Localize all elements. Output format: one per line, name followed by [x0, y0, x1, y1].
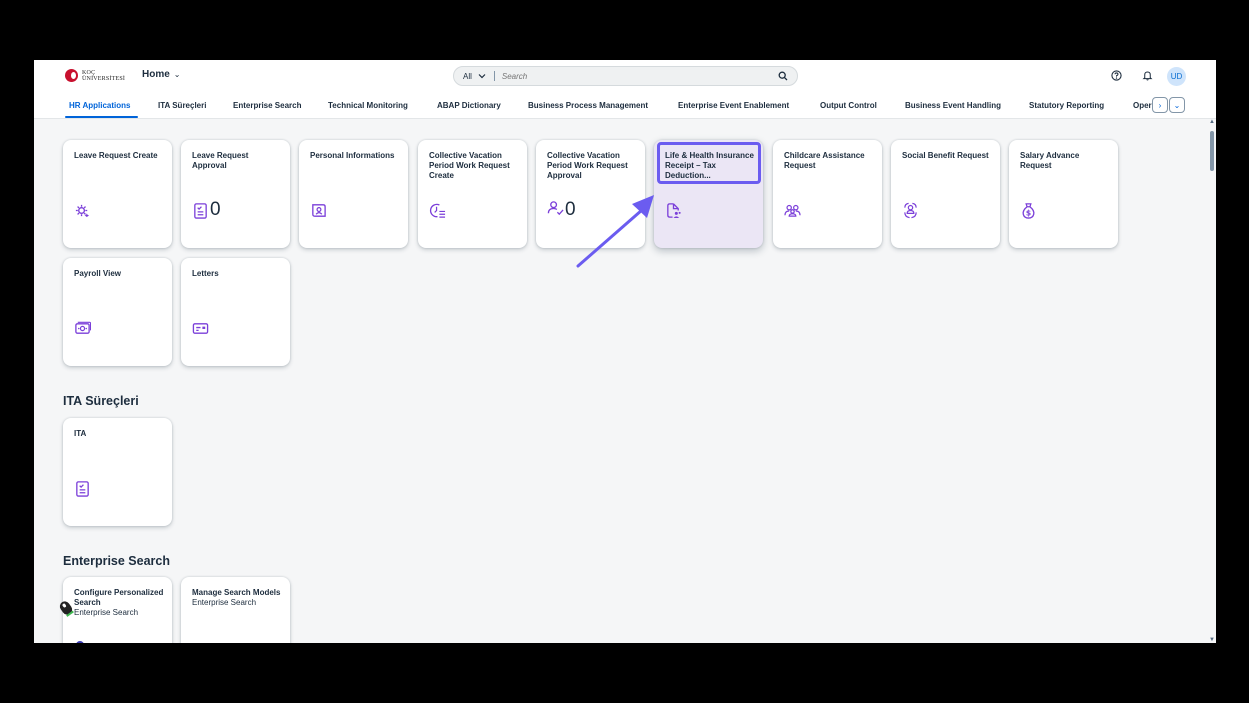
logo-mark-icon [65, 69, 78, 82]
tab-overflow-controls: › ⌄ [1152, 97, 1186, 113]
tile-collective-vacation-create[interactable]: Collective Vacation Period Work Request … [418, 140, 527, 248]
mouse-cursor-icon [59, 601, 74, 617]
home-menu-button[interactable]: Home ⌄ [142, 69, 181, 80]
tile-title: Configure Personalized Search [74, 588, 164, 607]
home-label: Home [142, 69, 170, 80]
anchor-tab-bar: HR Applications ITA Süreçleri Enterprise… [34, 92, 1216, 119]
tile-manage-search-models[interactable]: Manage Search Models Enterprise Search [181, 577, 290, 643]
tab-ita-surecleri[interactable]: ITA Süreçleri [158, 101, 206, 110]
tile-title: Collective Vacation Period Work Request … [429, 151, 510, 180]
money-bills-icon [75, 321, 91, 334]
scroll-down-icon[interactable]: ▼ [1209, 637, 1215, 643]
person-check-icon [547, 201, 564, 216]
tab-abap-dictionary[interactable]: ABAP Dictionary [437, 101, 501, 110]
tile-counter: 0 [210, 199, 221, 220]
tile-title: Payroll View [74, 269, 121, 278]
tile-title: Personal Informations [310, 151, 395, 160]
tile-title: Collective Vacation Period Work Request … [547, 151, 628, 180]
tile-childcare-assistance-request[interactable]: Childcare Assistance Request [773, 140, 882, 248]
section-title-ita-surecleri: ITA Süreçleri [63, 394, 139, 408]
active-tab-indicator [65, 116, 138, 118]
checklist-icon [76, 481, 89, 497]
svg-text:$: $ [1026, 209, 1031, 218]
tile-leave-request-create[interactable]: Leave Request Create [63, 140, 172, 248]
tab-enterprise-search[interactable]: Enterprise Search [233, 101, 301, 110]
scroll-thumb[interactable] [1210, 131, 1214, 171]
tile-counter: 0 [565, 199, 576, 220]
gear-sparkle-icon [75, 204, 90, 218]
tile-title: Letters [192, 269, 219, 278]
scroll-up-icon[interactable]: ▲ [1209, 119, 1215, 125]
family-icon [784, 204, 801, 217]
tile-icon-partial [76, 641, 84, 643]
tab-enterprise-event-enablement[interactable]: Enterprise Event Enablement [678, 101, 789, 110]
group-cycle-icon [904, 202, 917, 219]
search-scope-value: All [463, 71, 472, 81]
tile-title: Manage Search Models [192, 588, 281, 597]
tile-subtitle: Enterprise Search [192, 598, 257, 607]
section-title-enterprise-search: Enterprise Search [63, 554, 170, 568]
notifications-bell-icon[interactable] [1142, 70, 1153, 81]
tile-life-health-insurance-receipt[interactable]: Life & Health Insurance Receipt – Tax De… [654, 140, 763, 248]
tile-personal-informations[interactable]: Personal Informations [299, 140, 408, 248]
tile-subtitle: Enterprise Search [74, 608, 139, 617]
card-icon [192, 323, 209, 334]
tab-hr-applications[interactable]: HR Applications [69, 101, 130, 110]
tile-social-benefit-request[interactable]: Social Benefit Request [891, 140, 1000, 248]
tile-salary-advance-request[interactable]: Salary Advance Request $ [1009, 140, 1118, 248]
money-bag-icon: $ [1022, 203, 1035, 219]
clock-list-icon [429, 203, 446, 218]
tile-leave-request-approval[interactable]: Leave Request Approval 0 [181, 140, 290, 248]
tab-technical-monitoring[interactable]: Technical Monitoring [328, 101, 408, 110]
tile-title: ITA [74, 429, 87, 438]
tab-statutory-reporting[interactable]: Statutory Reporting [1029, 101, 1104, 110]
search-input[interactable] [501, 71, 762, 81]
vertical-scrollbar[interactable]: ▲ ▼ [1207, 119, 1216, 643]
tile-payroll-view[interactable]: Payroll View [63, 258, 172, 366]
search-bar: All [453, 66, 798, 86]
chevron-down-icon [478, 74, 486, 79]
user-avatar[interactable]: UD [1167, 67, 1186, 86]
search-icon[interactable] [778, 71, 788, 81]
tile-title: Social Benefit Request [902, 151, 989, 160]
personal-card-icon [312, 204, 326, 217]
tab-oper[interactable]: Oper [1133, 101, 1152, 110]
checklist-icon [194, 203, 207, 219]
app-window: KOÇ ÜNİVERSİTESİ Home ⌄ All UD HR Applic… [34, 60, 1216, 643]
tile-ita[interactable]: ITA [63, 418, 172, 526]
shell-header: KOÇ ÜNİVERSİTESİ Home ⌄ All UD [34, 60, 1216, 92]
search-scope-select[interactable]: All [454, 71, 495, 81]
chevron-down-icon: ⌄ [173, 70, 181, 79]
logo-line-2: ÜNİVERSİTESİ [82, 75, 126, 82]
tab-output-control[interactable]: Output Control [820, 101, 877, 110]
tab-business-event-handling[interactable]: Business Event Handling [905, 101, 1001, 110]
tile-collective-vacation-approval[interactable]: Collective Vacation Period Work Request … [536, 140, 645, 248]
tab-business-process-management[interactable]: Business Process Management [528, 101, 648, 110]
tile-title: Salary Advance Request [1020, 151, 1080, 170]
tile-title: Childcare Assistance Request [784, 151, 865, 170]
tile-letters[interactable]: Letters [181, 258, 290, 366]
help-icon[interactable] [1111, 70, 1122, 81]
document-people-icon [667, 203, 681, 219]
chevron-down-icon[interactable]: ⌄ [1169, 97, 1185, 113]
tile-configure-personalized-search[interactable]: Configure Personalized Search Enterprise… [63, 577, 172, 643]
company-logo[interactable]: KOÇ ÜNİVERSİTESİ [65, 69, 125, 82]
tile-title: Leave Request Create [74, 151, 158, 160]
tile-title: Leave Request Approval [192, 151, 249, 170]
tile-title: Life & Health Insurance Receipt – Tax De… [665, 151, 754, 180]
chevron-right-icon[interactable]: › [1152, 97, 1168, 113]
